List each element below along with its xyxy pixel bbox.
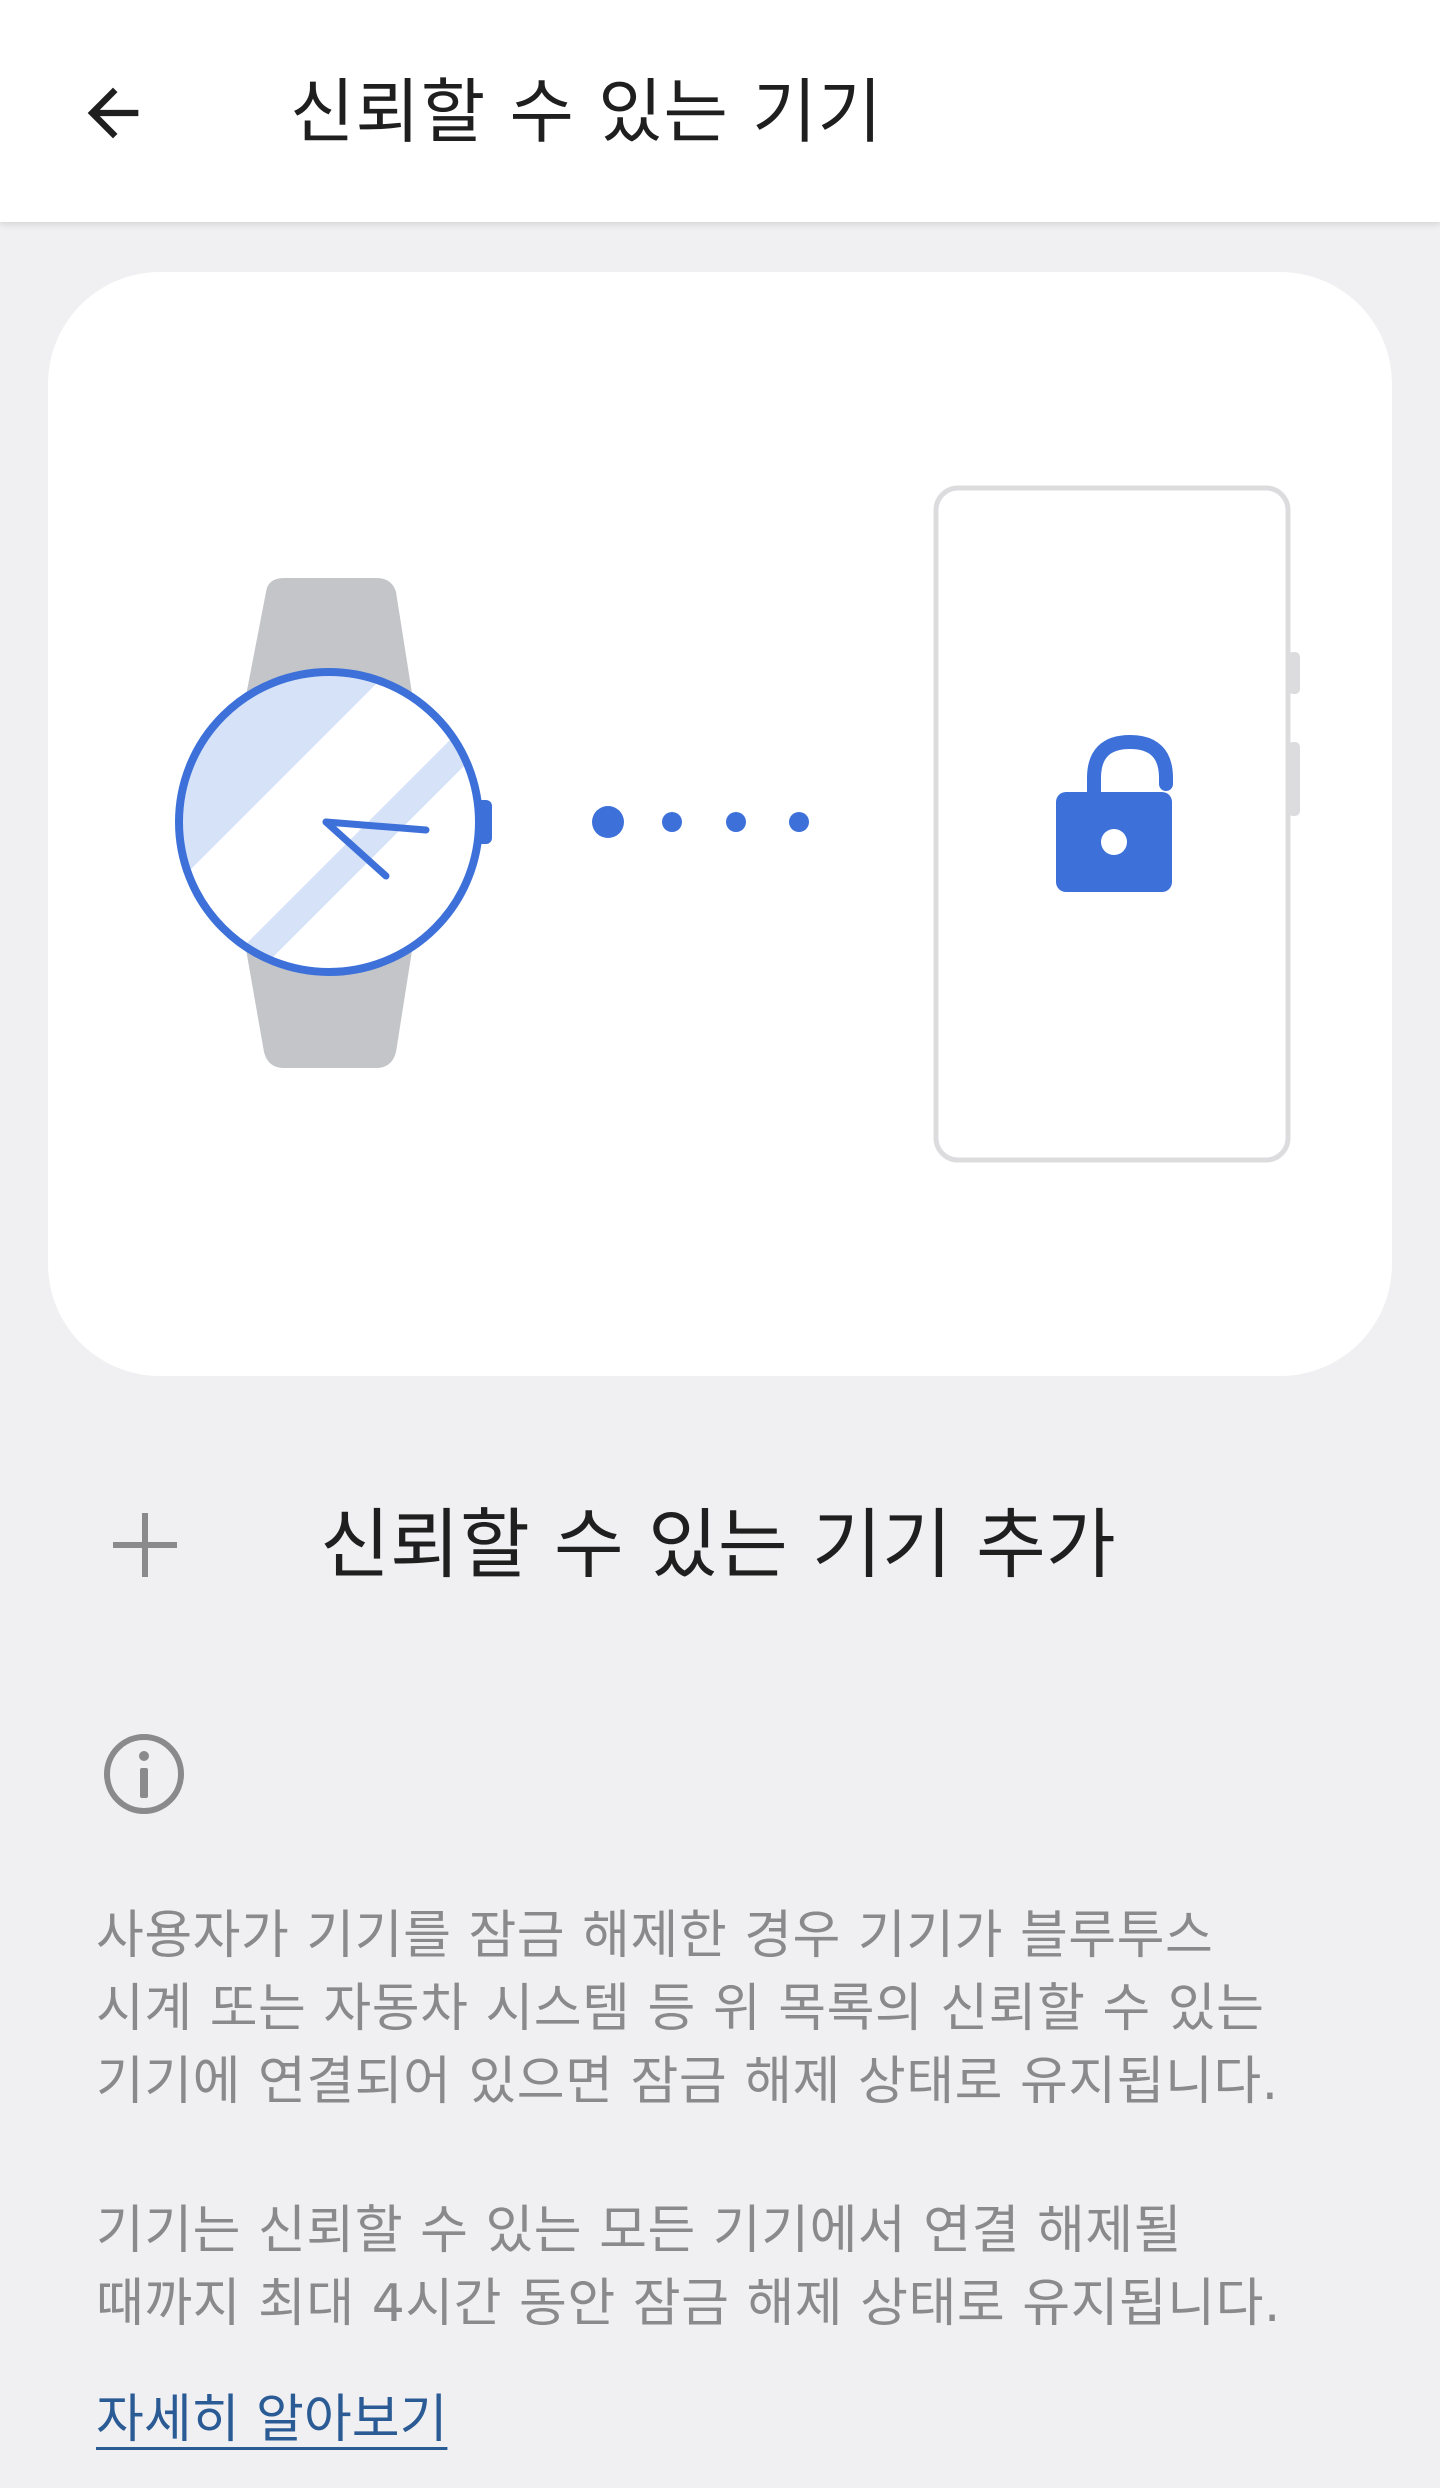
info-paragraph-1: 사용자가 기기를 잠금 해제한 경우 기기가 블루투스 시계 또는 자동차 시스… [96, 1900, 1396, 2119]
connection-dots [592, 806, 809, 838]
add-trusted-device-button[interactable]: 신뢰할 수 있는 기기 추가 [0, 1440, 1440, 1650]
arrow-back-icon [87, 87, 139, 139]
back-button[interactable] [48, 48, 178, 178]
page-title: 신뢰할 수 있는 기기 [290, 71, 883, 153]
info-text-line: 사용자가 기기를 잠금 해제한 경우 기기가 블루투스 [96, 1906, 1214, 1966]
plus-icon [92, 1492, 198, 1598]
info-text-line: 기기에 연결되어 있으면 잠금 해제 상태로 유지됩니다. [96, 2052, 1279, 2112]
info-paragraph-2: 기기는 신뢰할 수 있는 모든 기기에서 연결 해제될 때까지 최대 4시간 동… [96, 2195, 1396, 2341]
trusted-device-illustration [175, 485, 1300, 1163]
info-icon [98, 1728, 190, 1820]
illustration-card [48, 272, 1392, 1376]
info-text-line: 때까지 최대 4시간 동안 잠금 해제 상태로 유지됩니다. [96, 2274, 1281, 2334]
add-trusted-device-label: 신뢰할 수 있는 기기 추가 [320, 1500, 1116, 1589]
info-text-line: 기기는 신뢰할 수 있는 모든 기기에서 연결 해제될 [96, 2201, 1183, 2261]
smartwatch-icon [175, 578, 492, 1068]
app-bar: 신뢰할 수 있는 기기 [0, 0, 1440, 222]
info-text-line: 시계 또는 자동차 시스템 등 위 목록의 신뢰할 수 있는 [96, 1979, 1265, 2039]
learn-more-link[interactable]: 자세히 알아보기 [96, 2384, 447, 2457]
